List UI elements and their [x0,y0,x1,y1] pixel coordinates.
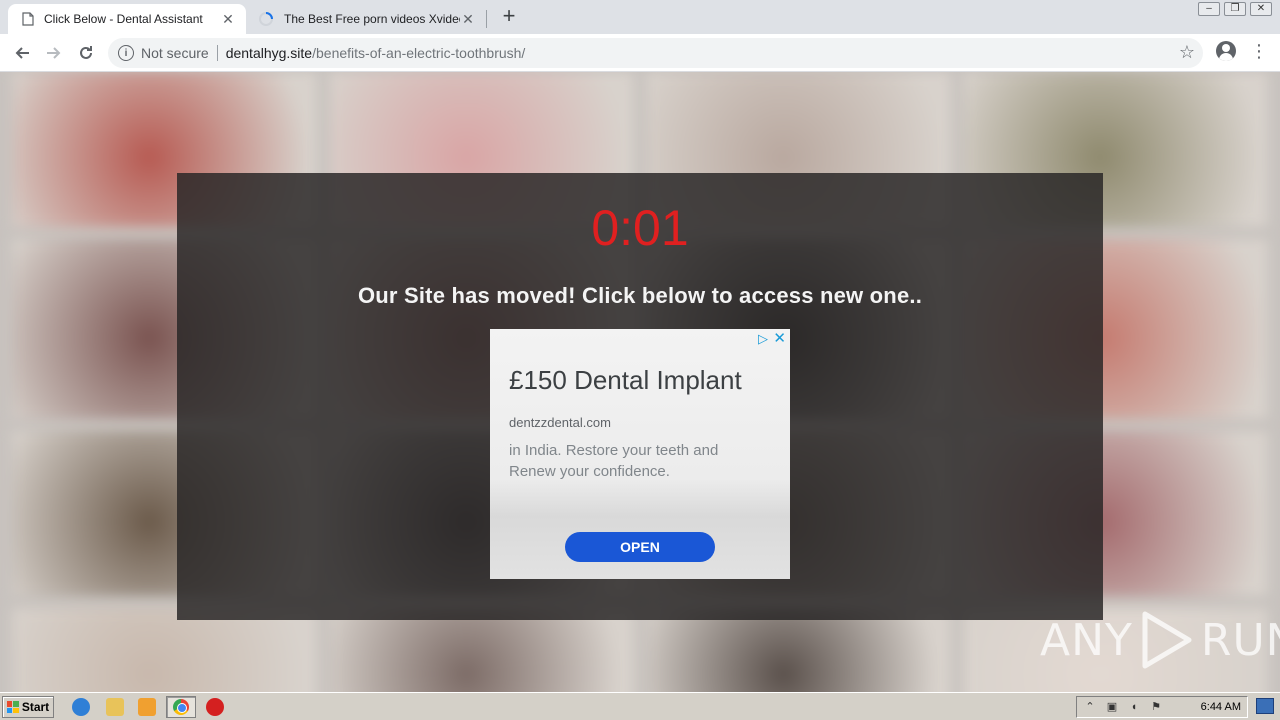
background-thumbnail [329,608,634,692]
tab-close-icon[interactable]: ✕ [220,11,236,27]
back-arrow-icon[interactable] [10,41,34,65]
bookmark-star-icon[interactable]: ☆ [1179,42,1195,63]
minimize-button[interactable]: – [1198,2,1220,16]
folder-icon[interactable] [106,698,124,716]
windows-taskbar: Start ⌃ ▣ ◖ ⚑ 6:44 AM [0,692,1280,720]
system-tray: ⌃ ▣ ◖ ⚑ 6:44 AM [1076,696,1248,718]
tab-divider [486,10,487,28]
moved-message: Our Site has moved! Click below to acces… [357,283,923,308]
tab-title: Click Below - Dental Assistant [44,12,203,26]
tab-close-icon[interactable]: ✕ [460,11,476,27]
start-button[interactable]: Start [2,696,54,718]
forward-arrow-icon[interactable] [42,41,66,65]
open-button[interactable]: OPEN [565,532,715,562]
internet-explorer-icon[interactable] [72,698,90,716]
reload-icon[interactable] [74,41,98,65]
tab-strip: Click Below - Dental Assistant ✕ The Bes… [0,0,1280,34]
tab-title: The Best Free porn videos Xvideos [284,12,460,26]
ad-body: in India. Restore your teeth and Renew y… [509,442,719,480]
chrome-icon [173,699,189,715]
background-thumbnail [12,608,317,692]
windows-flag-icon [6,701,19,713]
opera-icon[interactable] [206,698,224,716]
ad-headline[interactable]: £150 Dental Implant [509,365,742,396]
omnibox-divider [216,45,218,61]
page-icon [22,12,34,26]
adchoices-icon[interactable]: ▷ [758,331,768,347]
window-controls: – ❐ ✕ [1198,2,1272,16]
show-desktop-icon[interactable] [1256,698,1274,714]
chrome-taskbar-button[interactable] [166,696,196,718]
anyrun-watermark: ANY RUN [1040,610,1280,670]
restore-button[interactable]: ❐ [1224,2,1246,16]
tab-dental-assistant[interactable]: Click Below - Dental Assistant ✕ [8,4,246,34]
ad-domain: dentzzdental.com [509,415,611,430]
url-path: /benefits-of-an-electric-toothbrush/ [312,45,526,61]
tray-expand-icon[interactable]: ⌃ [1083,700,1097,714]
play-logo-icon [1142,611,1192,669]
watermark-left: ANY [1040,614,1133,666]
ad-banner[interactable]: ▷ ✕ £150 Dental Implant dentzzdental.com… [490,329,790,579]
network-icon[interactable]: ▣ [1105,700,1119,714]
close-icon[interactable]: ✕ [773,329,786,347]
close-window-button[interactable]: ✕ [1250,2,1272,16]
start-label: Start [21,700,50,714]
info-icon[interactable]: i [118,45,134,61]
flag-icon[interactable]: ⚑ [1149,700,1163,714]
browser-toolbar: i Not secure dentalhyg.site /benefits-of… [0,34,1280,72]
redirect-overlay: 0:01 Our Site has moved! Click below to … [177,173,1103,620]
address-bar[interactable]: i Not secure dentalhyg.site /benefits-of… [108,38,1203,68]
watermark-right: RUN [1200,614,1280,666]
clock: 6:44 AM [1200,701,1241,713]
url-domain: dentalhyg.site [225,45,313,61]
new-tab-button[interactable]: + [498,5,520,28]
profile-icon[interactable] [1216,41,1236,61]
media-player-icon[interactable] [138,698,156,716]
countdown-timer: 0:01 [591,200,689,256]
volume-icon[interactable]: ◖ [1127,700,1141,714]
loading-spinner-icon [259,12,273,26]
background-thumbnail [646,608,951,692]
page-viewport: 0:01 Our Site has moved! Click below to … [0,72,1280,692]
kebab-menu-icon[interactable]: ⋮ [1250,41,1268,61]
tab-xvideos[interactable]: The Best Free porn videos Xvideos ✕ [250,4,486,34]
security-label: Not secure [141,45,209,61]
